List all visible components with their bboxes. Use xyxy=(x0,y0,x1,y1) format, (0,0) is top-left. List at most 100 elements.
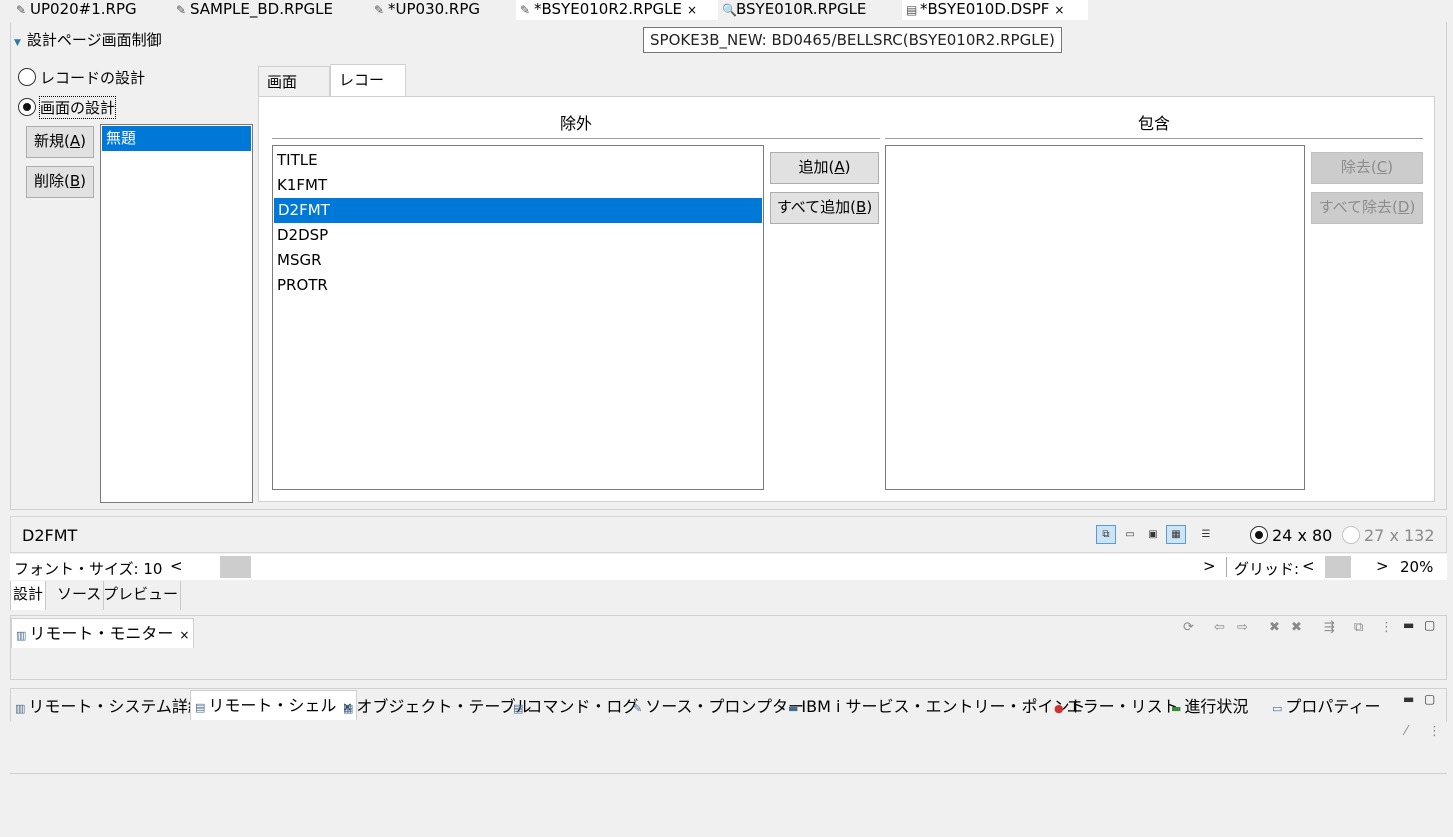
pencil-icon: ✎ xyxy=(520,3,531,17)
tab-remote-monitor[interactable]: ▥ リモート・モニター × xyxy=(11,618,195,648)
maximize-icon[interactable]: ▢ xyxy=(1424,618,1435,632)
tab-progress[interactable]: ▬ 進行状況 xyxy=(1171,692,1248,722)
editor-tab-label: SAMPLE_BD.RPGLE xyxy=(190,0,333,18)
remove-all-icon[interactable]: ✖ xyxy=(1291,620,1302,635)
maximize-icon[interactable]: ▢ xyxy=(1424,692,1435,706)
tab-screen[interactable]: 画面 xyxy=(258,66,330,97)
tab-label: コマンド・ログ xyxy=(526,697,639,716)
button-label: 削除( xyxy=(33,172,70,190)
button-label-end: ) xyxy=(80,132,86,150)
divider xyxy=(1226,557,1227,577)
editor-tab-label: BSYE010R.RPGLE xyxy=(736,0,867,18)
close-icon[interactable]: × xyxy=(687,3,697,17)
remove-all-button[interactable]: すべて除去(D) xyxy=(1311,192,1423,224)
include-list[interactable] xyxy=(885,145,1305,490)
refresh-icon[interactable]: ⟳ xyxy=(1183,620,1194,635)
new-screen-button[interactable]: 新規(A) xyxy=(26,126,94,158)
add-button[interactable]: 追加(A) xyxy=(770,152,879,184)
grid-icon[interactable]: ▦ xyxy=(1166,525,1186,544)
radio-screen-design[interactable]: 画面の設計 xyxy=(18,95,117,119)
close-icon[interactable]: × xyxy=(1054,3,1064,17)
radio-button[interactable] xyxy=(18,68,36,86)
editor-tab-sample-bd[interactable]: ✎ SAMPLE_BD.RPGLE xyxy=(172,0,370,20)
pencil-icon: ✎ xyxy=(16,3,27,17)
radio-label: 27 x 132 xyxy=(1364,525,1435,545)
forward-icon[interactable]: ⇨ xyxy=(1237,620,1248,635)
tab-properties[interactable]: ▭ プロパティー xyxy=(1272,692,1380,722)
more-icon[interactable]: ⋮ xyxy=(1380,620,1393,635)
radio-button[interactable] xyxy=(18,98,36,116)
tab-label: 進行状況 xyxy=(1184,697,1249,716)
record-view-icon[interactable]: ⧉ xyxy=(1096,525,1116,544)
tab-record[interactable]: レコード xyxy=(330,64,406,120)
pin-icon[interactable]: ⇶ xyxy=(1324,620,1335,635)
back-icon[interactable]: ⇦ xyxy=(1214,620,1225,635)
field-view-icon[interactable]: ▭ xyxy=(1120,525,1140,544)
scroll-right-arrow[interactable]: > xyxy=(1203,557,1216,575)
dspf-icon: ▤ xyxy=(906,3,918,17)
clear-icon[interactable]: ⁄ xyxy=(1405,724,1407,739)
editor-tab-label: *UP030.RPG xyxy=(388,0,481,18)
tab-design[interactable]: 設計 xyxy=(10,581,47,610)
add-all-button[interactable]: すべて追加(B) xyxy=(770,192,879,224)
shell-icon: ▤ xyxy=(195,701,206,714)
close-icon[interactable]: × xyxy=(179,628,189,642)
size-27x132[interactable]: 27 x 132 xyxy=(1342,524,1435,546)
tab-preview[interactable]: プレビュー xyxy=(101,581,182,610)
section-title[interactable]: ▼ 設計ページ画面制御 xyxy=(14,29,162,50)
tab-source[interactable]: ソース xyxy=(55,581,105,610)
tab-command-log[interactable]: ▤ コマンド・ログ xyxy=(513,692,638,722)
zoom-percent: 20% xyxy=(1400,558,1434,576)
collapse-triangle-icon[interactable]: ▼ xyxy=(14,38,21,48)
tab-source-prompter[interactable]: ✎ ソース・プロンプター xyxy=(633,692,804,722)
button-label-end: ) xyxy=(1409,198,1416,216)
tab-tooltip: SPOKE3B_NEW: BD0465/BELLSRC(BSYE010R2.RP… xyxy=(643,27,1062,53)
tab-label: リモート・モニター xyxy=(29,624,174,643)
minimize-icon[interactable]: ▬ xyxy=(1403,618,1414,632)
grid-left-arrow[interactable]: < xyxy=(1302,557,1315,575)
screen-list[interactable]: 無題 xyxy=(100,124,253,503)
accelerator-key: A xyxy=(834,158,845,176)
grid-right-arrow[interactable]: > xyxy=(1376,557,1389,575)
list-item[interactable]: MSGR xyxy=(273,248,763,273)
remove-button[interactable]: 除去(C) xyxy=(1311,152,1423,184)
accelerator-key: B xyxy=(856,198,867,216)
delete-screen-button[interactable]: 削除(B) xyxy=(26,166,94,198)
radio-label: 画面の設計 xyxy=(38,95,117,119)
grid-slider-thumb[interactable] xyxy=(1325,556,1351,578)
tab-label: リモート・シェル xyxy=(208,696,337,715)
font-size-slider-thumb[interactable] xyxy=(220,556,251,578)
tab-object-table[interactable]: ▦ オブジェクト・テーブル xyxy=(343,692,531,722)
list-view-icon[interactable]: ☰ xyxy=(1196,525,1216,544)
editor-tab-label: UP020#1.RPG xyxy=(30,0,137,18)
radio-button[interactable] xyxy=(1342,526,1360,544)
list-item[interactable]: PROTR xyxy=(273,273,763,298)
editor-tab-up030[interactable]: ✎ *UP030.RPG xyxy=(370,0,516,20)
list-item[interactable]: TITLE xyxy=(273,148,763,173)
scroll-left-arrow[interactable]: < xyxy=(170,557,183,575)
size-24x80[interactable]: 24 x 80 xyxy=(1250,524,1332,546)
editor-tab-bsye010d[interactable]: ▤ *BSYE010D.DSPF × xyxy=(902,0,1088,20)
tab-remote-system-details[interactable]: ▥ リモート・システム詳細 xyxy=(15,692,204,722)
tab-service-entry-point[interactable]: ▬ IBM i サービス・エントリー・ポイント xyxy=(788,692,1086,722)
editor-tab-label: *BSYE010R2.RPGLE xyxy=(534,0,682,18)
button-label: すべて除去( xyxy=(1318,198,1398,216)
layout-icon[interactable]: ⧉ xyxy=(1354,620,1363,635)
list-item[interactable]: K1FMT xyxy=(273,173,763,198)
remove-icon[interactable]: ✖ xyxy=(1269,620,1280,635)
editor-tab-bsye010r2[interactable]: ✎ *BSYE010R2.RPGLE × xyxy=(516,0,718,20)
editor-tab-up020[interactable]: ✎ UP020#1.RPG xyxy=(12,0,172,20)
radio-button[interactable] xyxy=(1250,526,1268,544)
more-icon[interactable]: ⋮ xyxy=(1428,724,1441,739)
editor-tab-bsye010r[interactable]: 🔍BSYE010R.RPGLE xyxy=(718,0,900,20)
indicator-view-icon[interactable]: ▣ xyxy=(1143,525,1163,544)
tab-label: オブジェクト・テーブル xyxy=(356,697,532,716)
list-item[interactable]: 無題 xyxy=(102,126,251,151)
tab-error-list[interactable]: ● エラー・リスト xyxy=(1054,692,1179,722)
list-item[interactable]: D2FMT xyxy=(274,198,762,223)
list-item[interactable]: D2DSP xyxy=(273,223,763,248)
minimize-icon[interactable]: ▬ xyxy=(1403,692,1414,706)
radio-record-design[interactable]: レコードの設計 xyxy=(18,66,145,88)
tab-remote-shell[interactable]: ▤ リモート・シェル × xyxy=(190,690,358,720)
exclude-list[interactable]: TITLE K1FMT D2FMT D2DSP MSGR PROTR xyxy=(272,145,764,490)
